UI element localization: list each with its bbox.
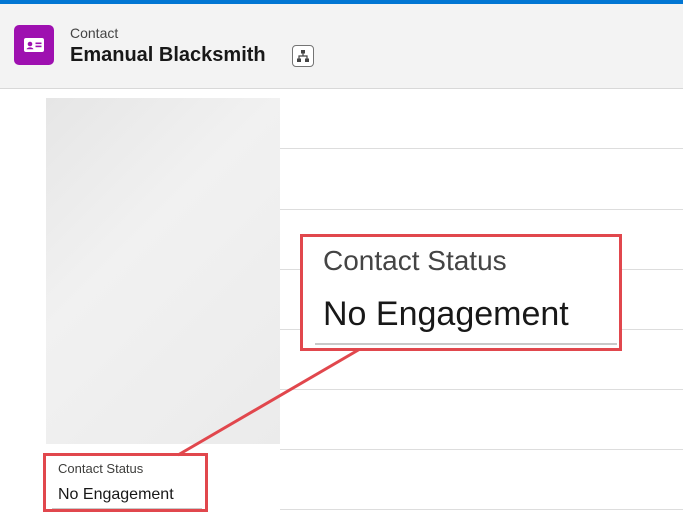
contact-status-value: No Engagement xyxy=(58,486,174,503)
zoom-contact-status-value: No Engagement xyxy=(323,295,569,333)
contact-status-zoom-callout: Contact Status No Engagement xyxy=(300,234,622,351)
zoom-field-underline xyxy=(315,343,617,345)
zoom-contact-status-label: Contact Status xyxy=(323,245,507,276)
contact-status-field[interactable]: Contact Status No Engagement xyxy=(43,453,208,512)
contact-status-label: Contact Status xyxy=(58,461,144,476)
field-underline xyxy=(52,508,202,509)
